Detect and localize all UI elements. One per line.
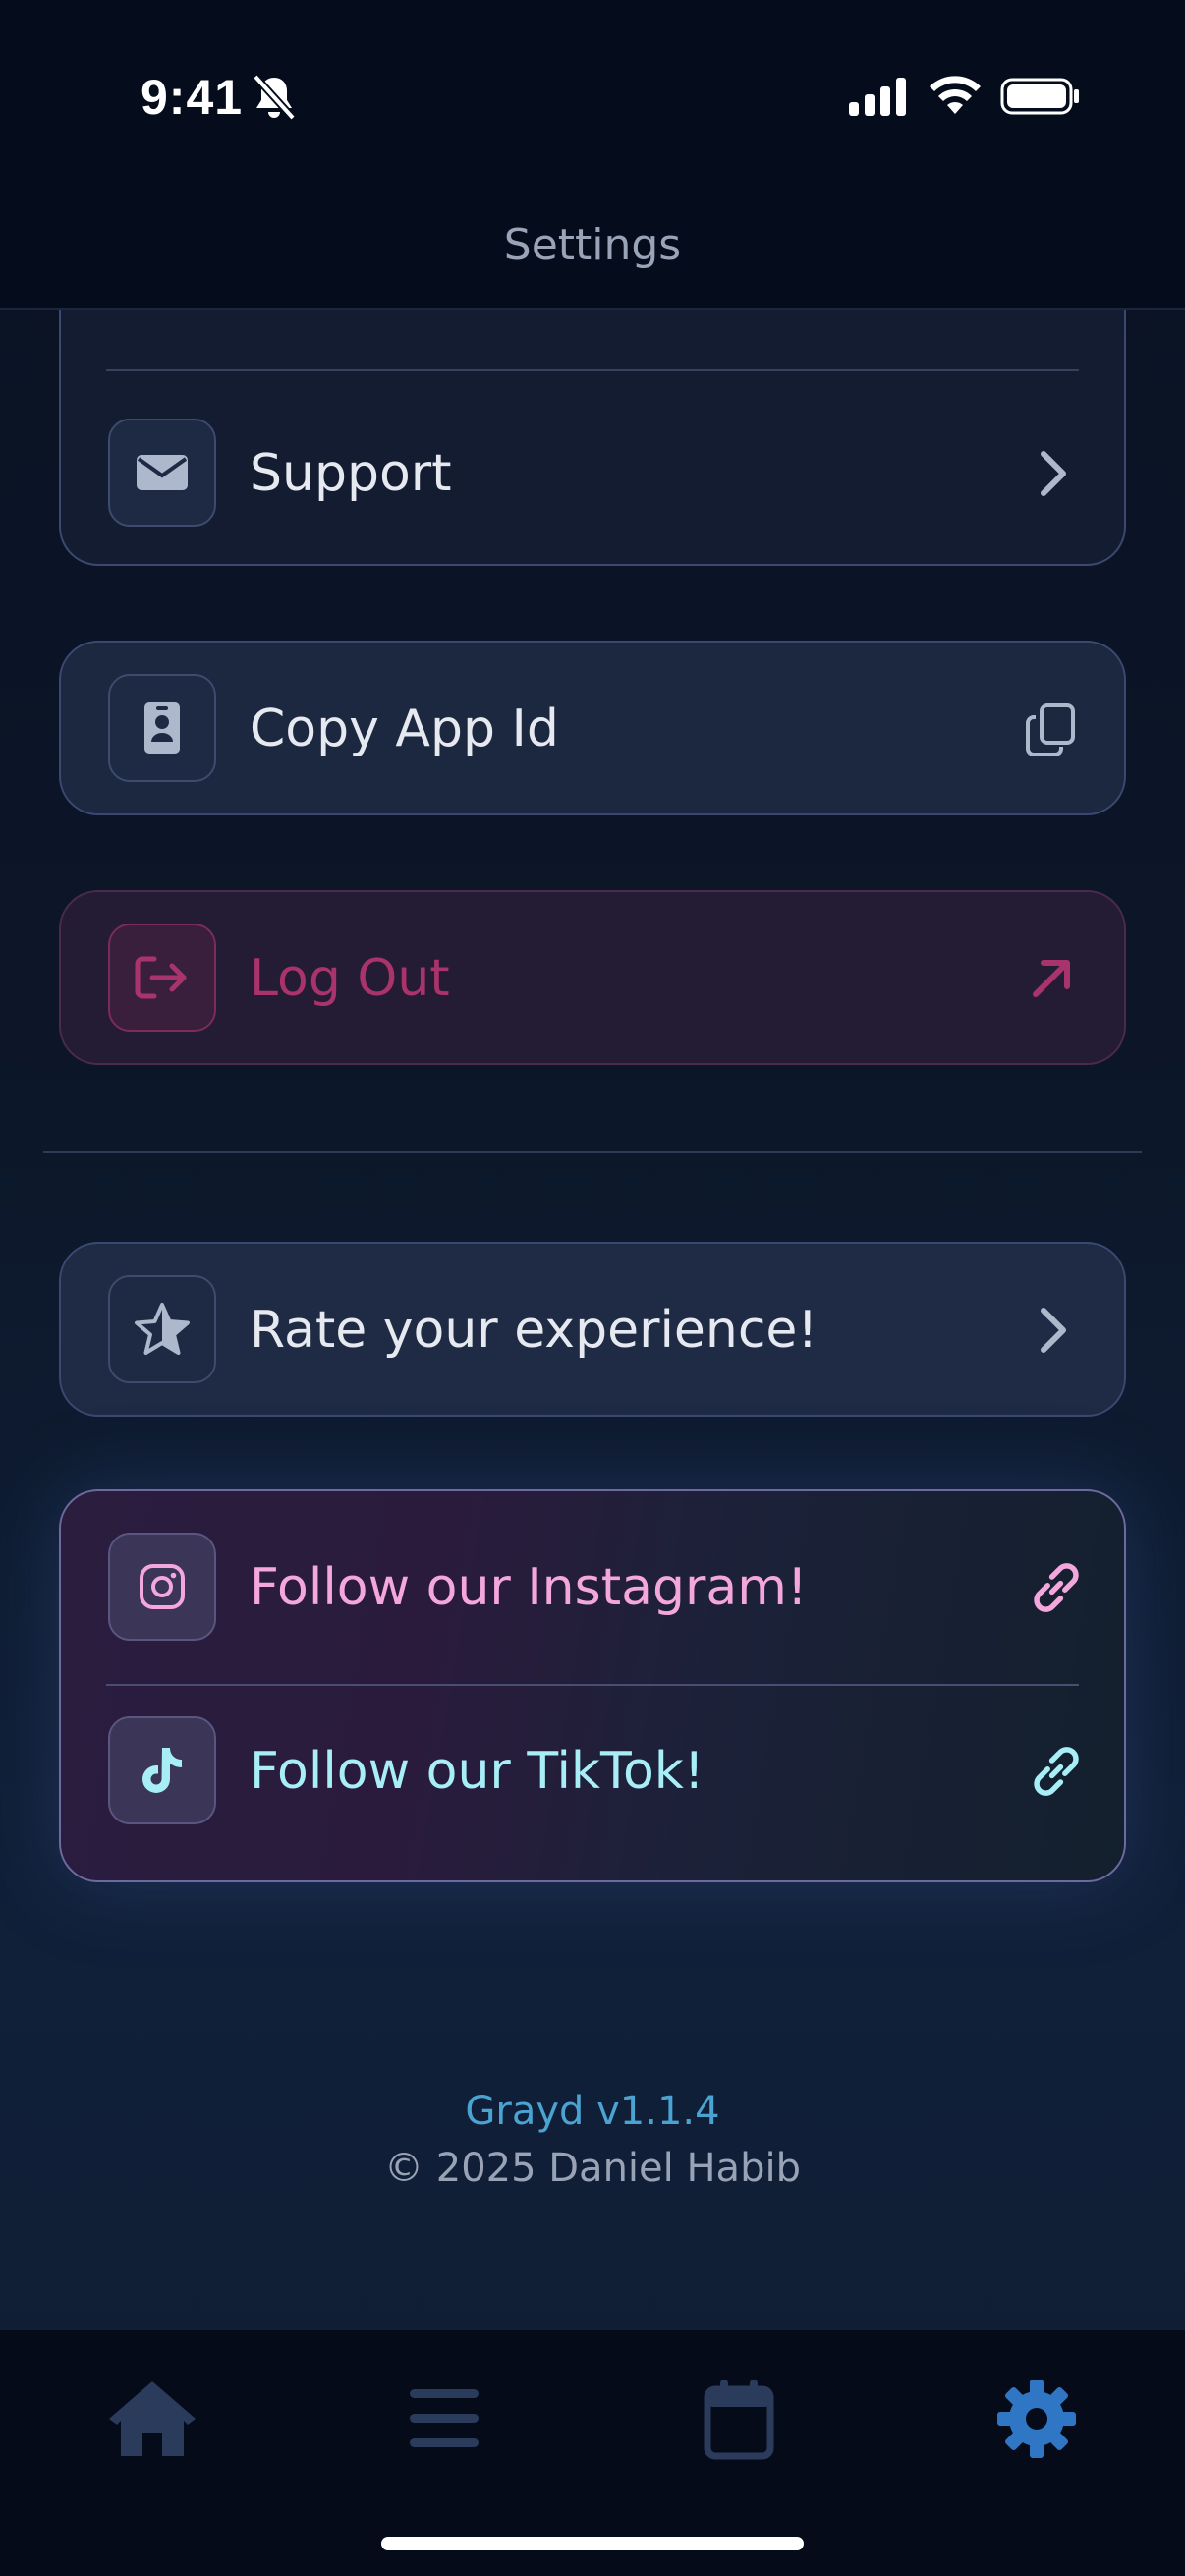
rate-experience-button[interactable]: Rate your experience! — [59, 1242, 1126, 1417]
list-icon — [410, 2389, 479, 2447]
calendar-icon — [704, 2380, 774, 2460]
copy-app-id-button[interactable]: Copy App Id — [59, 641, 1126, 815]
home-indicator[interactable] — [381, 2537, 804, 2550]
gear-icon — [997, 2380, 1076, 2458]
arrow-up-right-icon — [1033, 960, 1070, 997]
app-version: Grayd v1.1.4 — [465, 2089, 720, 2134]
id-badge-icon — [108, 674, 216, 782]
home-icon — [109, 2381, 196, 2456]
link-icon — [1034, 1563, 1079, 1612]
rate-experience-label: Rate your experience! — [250, 1301, 818, 1360]
settings-screen: 9:41 Settings Support Copy App Id Log Ou… — [0, 0, 1185, 2576]
copyright: © 2025 Daniel Habib — [384, 2146, 801, 2191]
tab-home[interactable] — [93, 2360, 211, 2478]
page-title: Settings — [503, 220, 682, 270]
battery-icon — [1000, 78, 1079, 115]
chevron-right-icon — [1041, 451, 1066, 496]
logout-label: Log Out — [250, 949, 450, 1008]
tab-list[interactable] — [385, 2360, 503, 2478]
bell-slash-icon — [253, 74, 296, 121]
link-icon — [1034, 1747, 1079, 1796]
section-divider — [43, 1151, 1142, 1153]
tiktok-label: Follow our TikTok! — [250, 1742, 705, 1801]
wifi-icon — [930, 76, 981, 114]
instagram-label: Follow our Instagram! — [250, 1558, 808, 1617]
tab-settings[interactable] — [978, 2360, 1096, 2478]
tiktok-icon — [108, 1716, 216, 1824]
logout-icon — [108, 924, 216, 1032]
support-row[interactable]: Support — [61, 387, 1124, 560]
divider — [106, 369, 1079, 371]
tiktok-row[interactable]: Follow our TikTok! — [61, 1685, 1124, 1858]
top-bar: 9:41 Settings — [0, 0, 1185, 310]
logout-button[interactable]: Log Out — [59, 890, 1126, 1065]
copy-app-id-label: Copy App Id — [250, 700, 559, 758]
copy-icon — [1026, 703, 1075, 756]
cellular-signal-icon — [849, 78, 906, 116]
star-icon — [108, 1275, 216, 1383]
tab-calendar[interactable] — [680, 2360, 798, 2478]
support-label: Support — [250, 444, 452, 503]
chevron-right-icon — [1041, 1308, 1066, 1353]
instagram-icon — [108, 1533, 216, 1641]
status-time: 9:41 — [141, 70, 244, 125]
envelope-icon — [108, 419, 216, 527]
instagram-row[interactable]: Follow our Instagram! — [61, 1501, 1124, 1674]
social-links-card: Follow our Instagram! Follow our TikTok! — [59, 1489, 1126, 1882]
